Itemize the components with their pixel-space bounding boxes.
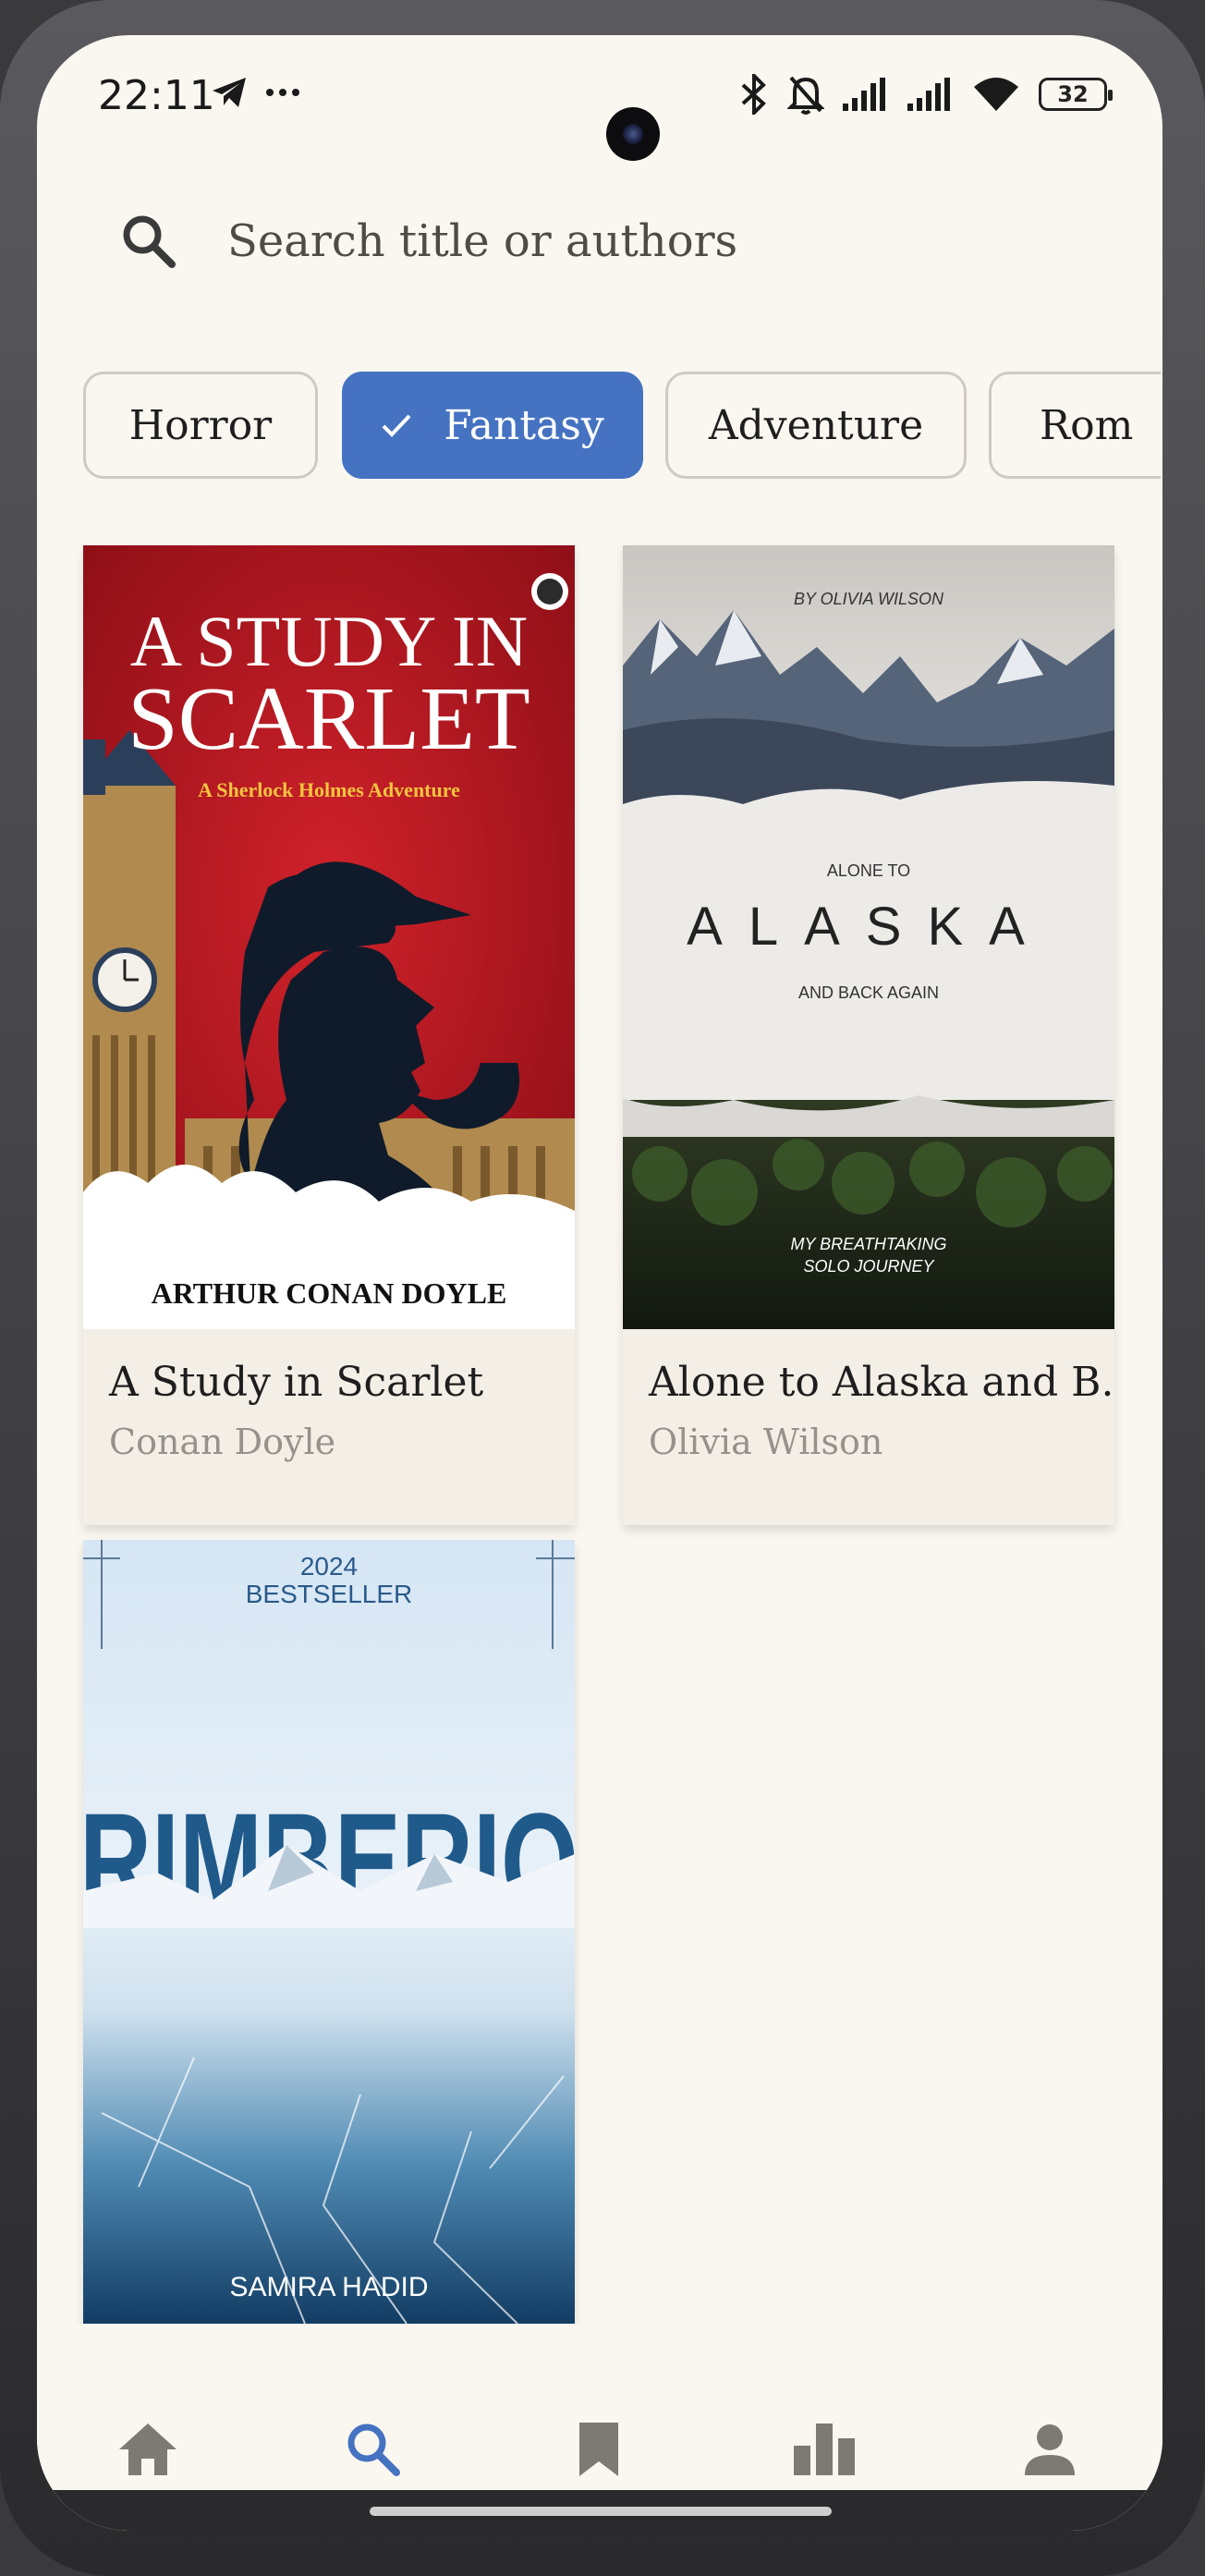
home-indicator[interactable] — [37, 2490, 1162, 2531]
book-cover: A STUDY IN SCARLET A Sherlock Holmes Adv… — [83, 545, 575, 1329]
cover-tagline-1: MY BREATHTAKING — [790, 1235, 946, 1253]
bluetooth-icon — [741, 74, 766, 115]
cover-title-line2: SCARLET — [128, 669, 530, 769]
signal-icon — [843, 78, 885, 111]
search-icon — [347, 2423, 400, 2476]
more-dots-icon — [266, 89, 299, 96]
battery-icon: 32 — [1039, 78, 1113, 111]
nav-bookmarks[interactable] — [562, 2412, 636, 2486]
home-icon — [119, 2423, 176, 2475]
status-right-icons: 32 — [739, 74, 1113, 115]
search-icon[interactable] — [120, 213, 177, 270]
nav-stats[interactable] — [787, 2412, 861, 2486]
book-card[interactable]: BY OLIVIA WILSON ALONE TO ALASKA AND BAC… — [623, 545, 1114, 1525]
search-input[interactable] — [225, 214, 1061, 268]
chip-label: Adventure — [708, 401, 924, 449]
status-left-icons — [211, 76, 301, 109]
chip-label: Rom — [1040, 401, 1134, 449]
alaska-cover-art: BY OLIVIA WILSON ALONE TO ALASKA AND BAC… — [623, 545, 1114, 1329]
cover-tagline-2: SOLO JOURNEY — [803, 1257, 935, 1276]
status-bar: 22:11 32 — [37, 35, 1162, 174]
chip-adventure[interactable]: Adventure — [665, 372, 967, 479]
battery-level: 32 — [1057, 81, 1089, 107]
profile-icon — [1025, 2424, 1075, 2475]
cover-pre: ALONE TO — [827, 861, 910, 880]
app-screen: 22:11 32 Horror Fantasy Adventure Rom — [37, 35, 1162, 2531]
book-card[interactable]: 2024 BESTSELLER RIMBERIO SAMIRA HADID — [83, 1540, 575, 2335]
book-author: Conan Doyle — [109, 1422, 336, 1462]
search-bar[interactable] — [120, 190, 1100, 292]
cover-subtitle: A Sherlock Holmes Adventure — [198, 778, 460, 801]
book-title: A Study in Scarlet — [109, 1359, 484, 1406]
chip-fantasy[interactable]: Fantasy — [342, 372, 643, 479]
chip-label: Horror — [128, 401, 273, 449]
book-cover: BY OLIVIA WILSON ALONE TO ALASKA AND BAC… — [623, 545, 1114, 1329]
stats-icon — [794, 2423, 855, 2475]
cover-year: 2024 — [300, 1552, 358, 1581]
scarlet-cover-art: A STUDY IN SCARLET A Sherlock Holmes Adv… — [83, 545, 575, 1329]
genre-filter-chips: Horror Fantasy Adventure Rom — [83, 372, 1161, 482]
cover-badge: BESTSELLER — [246, 1580, 413, 1608]
rimberio-cover-art: 2024 BESTSELLER RIMBERIO SAMIRA HADID — [83, 1540, 575, 2324]
cover-main: ALASKA — [687, 897, 1051, 957]
chip-horror[interactable]: Horror — [83, 372, 318, 479]
nav-search[interactable] — [336, 2412, 410, 2486]
cover-post: AND BACK AGAIN — [798, 983, 939, 1002]
chip-label: Fantasy — [444, 401, 604, 449]
checkmark-icon — [382, 414, 411, 437]
bell-muted-icon — [787, 76, 824, 115]
nav-profile[interactable] — [1013, 2412, 1087, 2486]
cover-author: SAMIRA HADID — [229, 2272, 428, 2302]
signal-icon — [907, 78, 950, 111]
book-cover: 2024 BESTSELLER RIMBERIO SAMIRA HADID — [83, 1540, 575, 2324]
nav-home[interactable] — [111, 2412, 185, 2486]
bookmark-icon — [579, 2423, 618, 2476]
front-camera — [606, 107, 660, 161]
cover-author: ARTHUR CONAN DOYLE — [152, 1276, 507, 1310]
cover-byline: BY OLIVIA WILSON — [794, 590, 944, 608]
book-author: Olivia Wilson — [649, 1422, 883, 1462]
wifi-icon — [974, 78, 1018, 111]
status-time: 22:11 — [98, 72, 215, 119]
telegram-icon — [213, 78, 246, 107]
chip-romance[interactable]: Rom — [989, 372, 1161, 479]
book-card[interactable]: A STUDY IN SCARLET A Sherlock Holmes Adv… — [83, 545, 575, 1525]
book-title: Alone to Alaska and B... — [649, 1359, 1114, 1406]
